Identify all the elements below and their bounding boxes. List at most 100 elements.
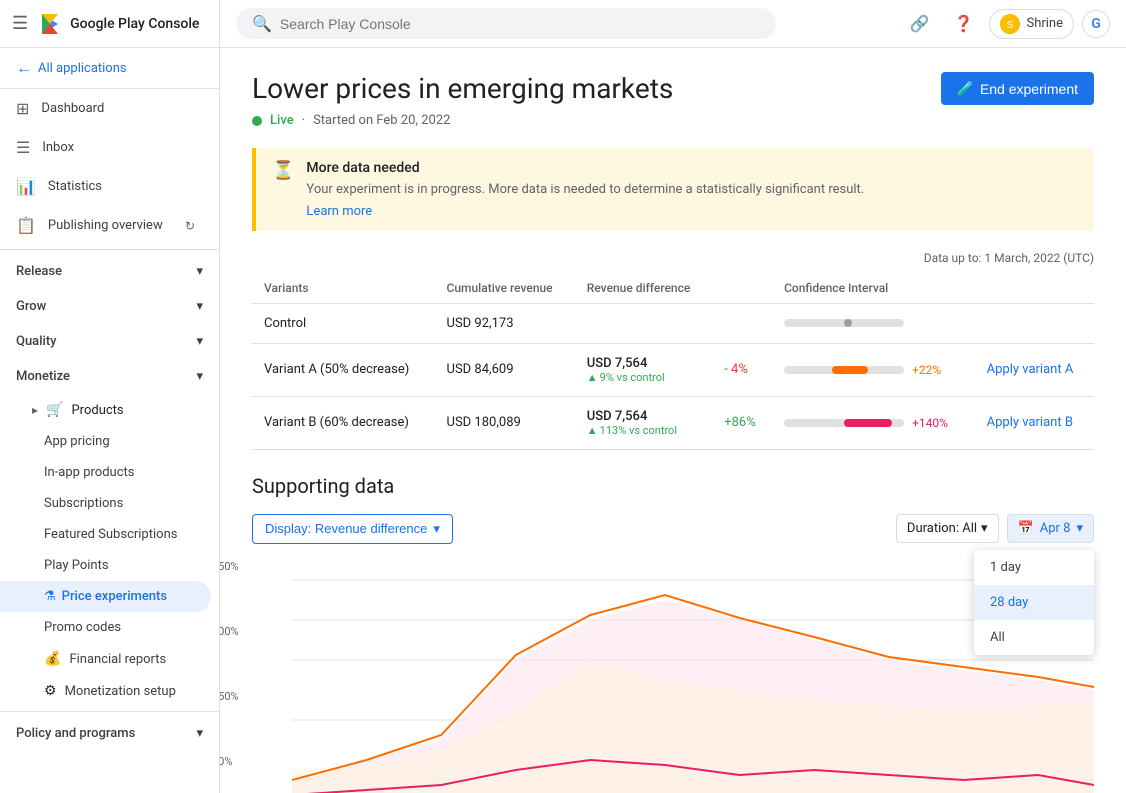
status-started: Started on Feb 20, 2022: [313, 113, 450, 128]
sidebar-header: ☰ Google Play Console: [0, 0, 219, 48]
diff-value: USD 7,564: [587, 409, 700, 424]
sidebar-item-promo-codes[interactable]: Promo codes: [0, 612, 219, 643]
action: [975, 303, 1094, 343]
end-experiment-label: End experiment: [980, 81, 1078, 97]
info-description: Your experiment is in progress. More dat…: [306, 180, 864, 200]
avatar: S: [1000, 14, 1020, 34]
help-icon-btn[interactable]: ❓: [945, 6, 981, 42]
action[interactable]: Apply variant B: [975, 396, 1094, 449]
user-name: Shrine: [1026, 16, 1063, 31]
policy-section[interactable]: Policy and programs ▾: [0, 716, 219, 751]
grow-section[interactable]: Grow ▾: [0, 289, 219, 324]
variant-name: Variant A (50% decrease): [252, 343, 435, 396]
display-label: Display: Revenue difference: [265, 521, 427, 536]
learn-more-link[interactable]: Learn more: [306, 204, 372, 219]
release-section[interactable]: Release ▾: [0, 254, 219, 289]
col-confidence: Confidence Interval: [772, 273, 975, 304]
app-title: Google Play Console: [70, 16, 199, 32]
diff-pct: [712, 303, 772, 343]
play-logo-icon: [36, 10, 64, 38]
action[interactable]: Apply variant A: [975, 343, 1094, 396]
col-variants: Variants: [252, 273, 435, 304]
sidebar-item-products[interactable]: ▸ 🛒 Products: [0, 394, 219, 426]
link-icon-btn[interactable]: 🔗: [901, 6, 937, 42]
duration-dropdown[interactable]: Duration: All ▾: [896, 514, 999, 543]
col-revenue-diff: Revenue difference: [575, 273, 712, 304]
hourglass-icon: ⏳: [272, 160, 294, 219]
app-pricing-label: App pricing: [44, 434, 110, 449]
user-chip[interactable]: S Shrine: [989, 9, 1074, 39]
back-button[interactable]: ← All applications: [0, 48, 219, 89]
release-label: Release: [16, 264, 62, 279]
variant-name: Variant B (60% decrease): [252, 396, 435, 449]
promo-codes-label: Promo codes: [44, 620, 121, 635]
quality-chevron: ▾: [196, 334, 203, 349]
status-separator: ·: [302, 113, 305, 128]
chart-container: 250% 200% 150% 50%: [252, 560, 1094, 793]
sidebar-item-monetization-setup[interactable]: ⚙ Monetization setup: [0, 675, 219, 707]
cumulative-revenue: USD 84,609: [435, 343, 575, 396]
confidence-interval: +140%: [772, 396, 975, 449]
sidebar-item-financial-reports[interactable]: 💰 Financial reports: [0, 643, 219, 675]
data-date: Data up to: 1 March, 2022 (UTC): [252, 251, 1094, 265]
sidebar-item-publishing-overview[interactable]: 📋 Publishing overview ↻: [0, 206, 211, 245]
menu-icon[interactable]: ☰: [12, 13, 28, 34]
revenue-diff: USD 7,564 ▲ 9% vs control: [575, 343, 712, 396]
sidebar-item-inbox[interactable]: ☰ Inbox: [0, 128, 211, 167]
end-experiment-button[interactable]: 🧪 End experiment: [941, 72, 1095, 105]
quality-label: Quality: [16, 334, 57, 349]
grow-label: Grow: [16, 299, 46, 314]
publishing-icon: 📋: [16, 216, 36, 235]
quality-section[interactable]: Quality ▾: [0, 324, 219, 359]
sidebar-item-statistics[interactable]: 📊 Statistics: [0, 167, 211, 206]
sidebar-item-app-pricing[interactable]: App pricing: [0, 426, 219, 457]
sidebar-item-subscriptions[interactable]: Subscriptions: [0, 488, 219, 519]
apply-variant-b-link[interactable]: Apply variant B: [987, 415, 1073, 430]
monetize-section[interactable]: Monetize ▾: [0, 359, 219, 394]
table-row: Variant A (50% decrease) USD 84,609 USD …: [252, 343, 1094, 396]
search-input[interactable]: [280, 16, 760, 32]
col-pct: [712, 273, 772, 304]
date-picker-container: 📅 Apr 8 ▾ 1 day 28 day All: [1007, 514, 1094, 543]
dropdown-item-all[interactable]: All: [974, 620, 1094, 655]
vs-control-pct: 9% vs control: [600, 371, 665, 384]
monetize-label: Monetize: [16, 369, 70, 384]
sidebar-item-play-points[interactable]: Play Points: [0, 550, 219, 581]
sidebar-item-price-experiments[interactable]: ⚗ Price experiments: [0, 581, 211, 612]
sidebar-item-label: Inbox: [42, 140, 74, 155]
statistics-icon: 📊: [16, 177, 36, 196]
dropdown-item-1day[interactable]: 1 day: [974, 550, 1094, 585]
date-picker-btn[interactable]: 📅 Apr 8 ▾: [1007, 514, 1094, 543]
back-label: All applications: [38, 61, 127, 76]
vs-control: ▲ 9% vs control: [587, 371, 700, 384]
duration-label: Duration: All: [907, 521, 977, 536]
confidence-interval: [772, 303, 975, 343]
cumulative-revenue: USD 180,089: [435, 396, 575, 449]
display-dropdown-btn[interactable]: Display: Revenue difference ▾: [252, 514, 453, 544]
sidebar-item-in-app-products[interactable]: In-app products: [0, 457, 219, 488]
refresh-icon[interactable]: ↻: [185, 219, 195, 233]
monetize-chevron: ▾: [196, 369, 203, 384]
vs-control-pct: 113% vs control: [600, 424, 677, 437]
chart-controls: Display: Revenue difference ▾ Duration: …: [252, 514, 1094, 544]
expand-icon: ▸: [32, 403, 38, 417]
setup-icon: ⚙: [44, 683, 57, 699]
sidebar-item-featured-subscriptions[interactable]: Featured Subscriptions: [0, 519, 219, 550]
diff-pct: +86%: [712, 396, 772, 449]
search-box[interactable]: 🔍: [236, 8, 776, 39]
dropdown-item-28day[interactable]: 28 day: [974, 585, 1094, 620]
y-label-50: 50%: [220, 755, 239, 768]
topbar: 🔍 🔗 ❓ S Shrine G: [220, 0, 1126, 48]
duration-controls: Duration: All ▾ 📅 Apr 8 ▾ 1 day 28 day A…: [896, 514, 1094, 543]
inbox-icon: ☰: [16, 138, 30, 157]
variant-name: Control: [252, 303, 435, 343]
sidebar-item-dashboard[interactable]: ⊞ Dashboard: [0, 89, 211, 128]
page-title: Lower prices in emerging markets: [252, 72, 673, 105]
google-account-icon[interactable]: G: [1082, 10, 1110, 38]
pct-value: +86%: [724, 415, 756, 430]
svg-text:S: S: [1007, 20, 1014, 31]
apply-variant-a-link[interactable]: Apply variant A: [987, 362, 1074, 377]
monetization-setup-label: Monetization setup: [65, 684, 176, 699]
conf-pct-a: +22%: [912, 363, 941, 377]
date-label: Apr 8: [1040, 521, 1071, 536]
